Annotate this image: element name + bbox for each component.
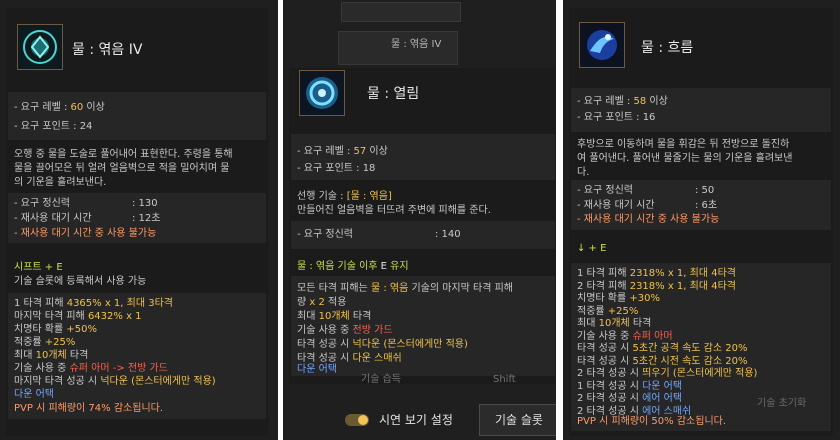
skill-title: 물 : 엮음 IV xyxy=(72,42,143,58)
effect-line: 2 타격 성공 시 에어 스매쉬 xyxy=(577,405,692,417)
water-weave-skill-icon xyxy=(17,24,63,70)
bg-skill-slot xyxy=(341,2,461,22)
key-command-note: 기술 슬롯에 등록해서 사용 가능 xyxy=(14,276,147,287)
skill-description-line-3: 다. xyxy=(577,167,590,178)
key-command: 시프트 + E xyxy=(14,262,63,273)
requirements-box xyxy=(571,88,831,132)
water-flow-skill-icon xyxy=(579,22,625,68)
cooldown: - 재사용 대기 시간: 12초 xyxy=(14,213,161,224)
effect-line: 최대 10개체 타격 xyxy=(577,318,652,329)
cooldown-note: - 재사용 대기 시간 중 사용 불가능 xyxy=(577,214,720,225)
down-attack: 다운 어택 xyxy=(14,389,54,400)
effect-line: 타격 성공 시 5초간 시전 속도 감소 20% xyxy=(577,355,748,367)
effect-line: 기술 사용 중 슈퍼 아머 -> 전방 가드 xyxy=(14,363,168,374)
skill-description: 만들어진 얼음벽을 터뜨려 주변에 피해를 준다. xyxy=(297,205,491,216)
effect-line: 타격 성공 시 5초간 공격 속도 감소 20% xyxy=(577,343,748,354)
required-points: - 요구 포인트 : 18 xyxy=(297,163,376,174)
effect-line: 적중률 +25% xyxy=(14,337,76,348)
required-points: - 요구 포인트 : 16 xyxy=(577,112,656,123)
effect-line: 적중률 +25% xyxy=(577,305,639,317)
effect-line: 모든 타격 피해는 물 : 엮음 기술의 마지막 타격 피해 xyxy=(297,283,513,294)
demo-view-toggle[interactable] xyxy=(345,414,369,426)
down-attack: 다운 어택 xyxy=(297,364,337,375)
required-spirit: - 요구 정신력: 130 xyxy=(14,198,158,209)
required-level: - 요구 레벨 : 58 이상 xyxy=(577,96,668,107)
skill-description-line-2: 여 풀어낸다. 풀어낸 물줄기는 물의 기운을 흘려보낸 xyxy=(577,153,793,164)
prerequisite-skill: 선행 기술 : [물 : 엮음] xyxy=(297,191,392,202)
required-spirit: - 요구 정신력: 140 xyxy=(297,229,461,240)
skill-title: 물 : 열림 xyxy=(367,86,420,102)
required-level: - 요구 레벨 : 60 이상 xyxy=(14,102,105,113)
required-level: - 요구 레벨 : 57 이상 xyxy=(297,146,388,157)
effect-line: 1 타격 성공 시 다운 어택 xyxy=(577,380,683,392)
effect-line: 1 타격 피해 2318% x 1, 최대 4타격 xyxy=(577,268,736,279)
effect-line: 치명타 확률 +50% xyxy=(14,324,97,335)
effect-line: 최대 10개체 타격 xyxy=(14,350,89,361)
effect-line: 2 타격 성공 시 에어 어택 xyxy=(577,393,683,404)
skill-title: 물 : 흐름 xyxy=(641,40,694,56)
water-open-skill-icon xyxy=(299,70,345,116)
pvp-note: PVP 시 피해량이 74% 감소됩니다. xyxy=(14,403,164,414)
effect-line: 2 타격 성공 시 띄우기 (몬스터에게만 적용) xyxy=(577,368,758,379)
effect-line: 량 x 2 적용 xyxy=(297,297,347,308)
skill-tooltip-water-flow: 물 : 흐름 - 요구 레벨 : 58 이상 - 요구 포인트 : 16 후방으… xyxy=(563,0,840,440)
effect-line: 마지막 타격 피해 6432% x 1 xyxy=(14,311,142,322)
effect-line: 최대 10개체 타격 xyxy=(297,311,372,322)
skill-description-line-1: 후방으로 이동하며 물을 휘감은 뒤 전방으로 돌진하 xyxy=(577,139,790,150)
bg-skill-name: 물 : 엮음 IV xyxy=(391,39,442,50)
effect-line: 타격 성공 시 넉다운 (몬스터에게만 적용) xyxy=(297,339,468,350)
skill-description-line-1: 오행 중 물을 도술로 풀어내어 표현한다. 주령을 통해 xyxy=(14,149,233,160)
skill-description-line-3: 의 기운을 흘려보낸다. xyxy=(14,177,107,188)
required-spirit: - 요구 정신력: 50 xyxy=(577,185,715,196)
cooldown-note: - 재사용 대기 시간 중 사용 불가능 xyxy=(14,228,157,239)
skill-description-line-2: 물을 끌어모은 뒤 얼려 얼음벽으로 적을 밀어치며 물 xyxy=(14,163,230,174)
bg-skill-learn-label: 기술 습득 xyxy=(361,374,401,385)
effect-line: 치명타 확률 +30% xyxy=(577,293,660,304)
effect-line: 마지막 타격 성공 시 넉다운 (몬스터에게만 적용) xyxy=(14,376,216,387)
cooldown: - 재사용 대기 시간: 6초 xyxy=(577,200,718,211)
key-command: 물 : 엮음 기술 이후 E 유지 xyxy=(297,261,409,272)
effect-line: 2 타격 피해 2318% x 1, 최대 4타격 xyxy=(577,280,736,292)
bg-shift-key: Shift xyxy=(493,374,516,385)
skill-slot-button[interactable]: 기술 슬롯 xyxy=(479,404,556,436)
pvp-note: PVP 시 피해량이 50% 감소됩니다. xyxy=(577,416,727,427)
skill-tooltip-water-weave-iv: 물 : 엮음 IV - 요구 레벨 : 60 이상 - 요구 포인트 : 24 … xyxy=(0,0,278,440)
demo-view-label: 시연 보기 설정 xyxy=(379,413,453,427)
effect-line: 기술 사용 중 슈퍼 아머 xyxy=(577,330,673,342)
bg-skill-reset-label: 기술 초기화 xyxy=(757,398,807,409)
required-points: - 요구 포인트 : 24 xyxy=(14,121,93,132)
skill-tooltip-water-open: 물 : 엮음 IV 물 : 열림 - 요구 레벨 : 57 이상 - 요구 포인… xyxy=(283,0,556,440)
key-command: ↓ + E xyxy=(577,243,607,254)
effect-line: 기술 사용 중 전방 가드 xyxy=(297,325,393,336)
effect-line: 1 타격 피해 4365% x 1, 최대 3타격 xyxy=(14,298,173,309)
